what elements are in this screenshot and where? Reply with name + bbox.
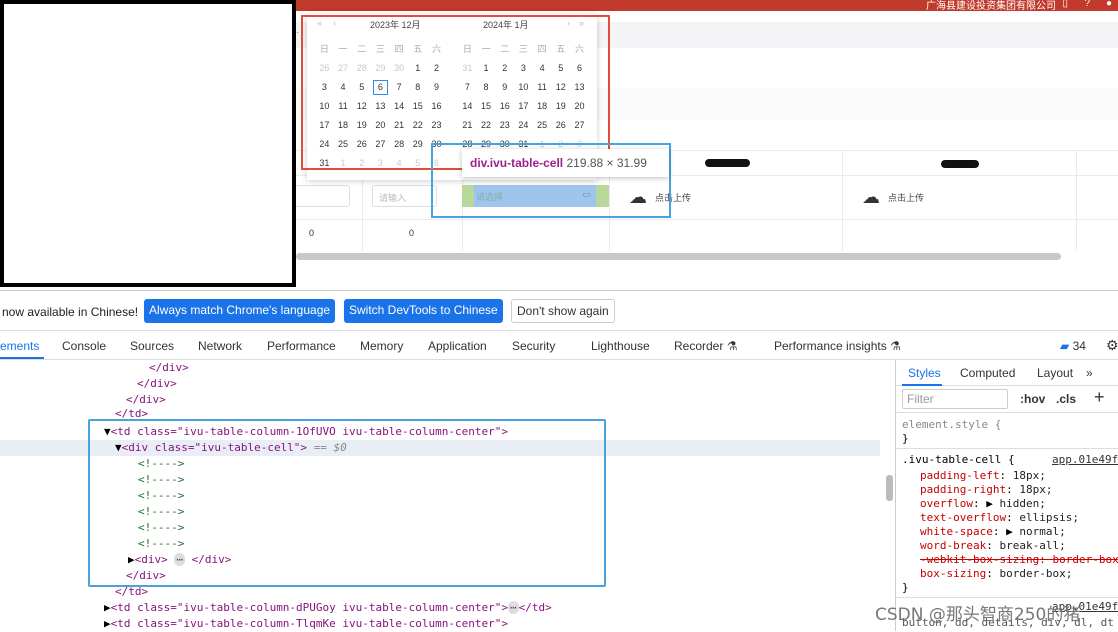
tab-layout[interactable]: Layout <box>1037 366 1073 380</box>
redacted-header <box>941 160 979 168</box>
divider <box>896 412 1118 413</box>
active-tab-underline <box>0 357 44 359</box>
tab-memory[interactable]: Memory <box>360 339 403 353</box>
devtools-tabbar: ements Console Sources Network Performan… <box>0 331 1118 360</box>
add-rule-icon[interactable]: + <box>1094 387 1105 408</box>
close-brace: } <box>902 581 909 594</box>
vertical-scrollbar[interactable] <box>886 475 893 501</box>
styles-filter-input[interactable]: Filter <box>902 389 1008 409</box>
tab-elements[interactable]: ements <box>0 339 39 353</box>
tab-security[interactable]: Security <box>512 339 555 353</box>
dom-node[interactable]: </div> <box>149 360 189 376</box>
css-prop-text-overflow[interactable]: text-overflow: ellipsis; <box>920 511 1079 525</box>
always-match-language-button[interactable]: Always match Chrome's language <box>144 299 336 323</box>
help-icon[interactable]: ? <box>1084 0 1090 9</box>
rule-source-link[interactable]: app.01e49f <box>1052 453 1118 467</box>
dont-show-again-button[interactable]: Don't show again <box>511 299 615 323</box>
inspector-tooltip: div.ivu-table-cell 219.88 × 31.99 <box>462 149 669 177</box>
tooltip-size: 219.88 × 31.99 <box>566 156 647 170</box>
tab-recorder-label: Recorder <box>674 339 724 353</box>
row-divider <box>296 219 1118 220</box>
col-divider <box>842 151 843 251</box>
issues-counter[interactable]: ▰ 34 <box>1060 339 1086 353</box>
tab-lighthouse[interactable]: Lighthouse <box>591 339 650 353</box>
tab-performance[interactable]: Performance <box>267 339 336 353</box>
annotation-blue-box <box>88 419 606 587</box>
rule-selector[interactable]: .ivu-table-cell { <box>902 453 1015 467</box>
flask-icon: ⚗ <box>726 339 738 353</box>
css-prop-padding-right[interactable]: padding-right: 18px; <box>920 483 1052 497</box>
filter-placeholder: Filter <box>907 392 934 406</box>
dom-node[interactable]: </div> <box>137 376 177 392</box>
tab-styles[interactable]: Styles <box>908 366 941 380</box>
upload-label: 点击上传 <box>888 193 925 203</box>
language-infobar: now available in Chinese! Always match C… <box>0 291 1118 331</box>
avatar[interactable]: ● <box>1106 0 1112 9</box>
ellipsis-icon[interactable]: ⋯ <box>507 601 519 614</box>
switch-to-chinese-button[interactable]: Switch DevTools to Chinese <box>344 299 503 323</box>
styles-pane: Styles Computed Layout » Filter :hov .cl… <box>896 360 1118 631</box>
tab-computed[interactable]: Computed <box>960 366 1015 380</box>
tab-network[interactable]: Network <box>198 339 242 353</box>
input-placeholder: 请输入 <box>379 193 407 203</box>
settings-gear-icon[interactable]: ⚙ <box>1106 337 1118 354</box>
cloud-upload-icon: ☁ <box>862 187 880 207</box>
cell-value: 0 <box>409 228 415 238</box>
styles-tabbar: Styles Computed Layout » <box>896 360 1118 386</box>
active-tab-underline <box>902 384 942 386</box>
tab-application[interactable]: Application <box>428 339 487 353</box>
divider <box>896 448 1118 449</box>
tab-console[interactable]: Console <box>62 339 106 353</box>
company-name[interactable]: 广海县建设投资集团有限公司 <box>926 0 1056 12</box>
css-prop-white-space[interactable]: white-space: ▶ normal; <box>920 525 1066 539</box>
bell-icon[interactable]: ▯ <box>1062 0 1068 9</box>
redacted-area <box>0 0 296 287</box>
css-prop-overflow[interactable]: overflow: ▶ hidden; <box>920 497 1046 511</box>
issues-count: 34 <box>1072 339 1086 353</box>
css-prop-box-sizing[interactable]: box-sizing: border-box; <box>920 567 1072 581</box>
tab-performance-insights[interactable]: Performance insights ⚗ <box>774 339 901 353</box>
more-tabs-icon[interactable]: » <box>1086 366 1093 380</box>
css-prop-webkit-box-sizing[interactable]: -webkit-box-sizing: border-box <box>920 553 1118 567</box>
horizontal-scrollbar[interactable] <box>296 253 1061 260</box>
css-prop-word-break[interactable]: word-break: break-all; <box>920 539 1066 553</box>
cell-value: 0 <box>309 228 315 238</box>
web-page-viewport: 广海县建设投资集团有限公司 ▯ ? ● 请输入 ☁ 点击上传 ☁ 点击上传 0 0 … <box>0 0 1118 290</box>
tab-sources[interactable]: Sources <box>130 339 174 353</box>
tab-recorder[interactable]: Recorder ⚗ <box>674 339 737 353</box>
dom-node-collapsed[interactable]: ▶<td class="ivu-table-column-dPUGoy ivu-… <box>104 600 552 616</box>
flask-icon: ⚗ <box>890 339 901 353</box>
collapse-triangle-icon[interactable]: ▶ <box>104 601 111 614</box>
upload-button[interactable]: ☁ 点击上传 <box>862 187 924 208</box>
element-style-selector[interactable]: element.style { <box>902 418 1001 432</box>
redacted-header <box>705 159 750 167</box>
col-divider <box>1076 151 1077 251</box>
text-input[interactable]: 请输入 <box>372 185 437 207</box>
watermark: CSDN @那头智商250的猪 <box>875 605 1081 625</box>
close-brace: } <box>902 432 909 445</box>
collapse-triangle-icon[interactable]: ▶ <box>104 617 111 630</box>
divider <box>896 597 1118 598</box>
infobar-message: now available in Chinese! <box>2 305 139 319</box>
hov-toggle[interactable]: :hov <box>1020 392 1045 406</box>
cls-toggle[interactable]: .cls <box>1056 392 1076 406</box>
css-prop-padding-left[interactable]: padding-left: 18px; <box>920 469 1046 483</box>
tab-performance-insights-label: Performance insights <box>774 339 887 353</box>
message-icon: ▰ <box>1060 339 1070 353</box>
tooltip-selector: div.ivu-table-cell <box>470 156 564 170</box>
page-header-bar: 广海县建设投资集团有限公司 ▯ ? ● <box>296 0 1118 12</box>
